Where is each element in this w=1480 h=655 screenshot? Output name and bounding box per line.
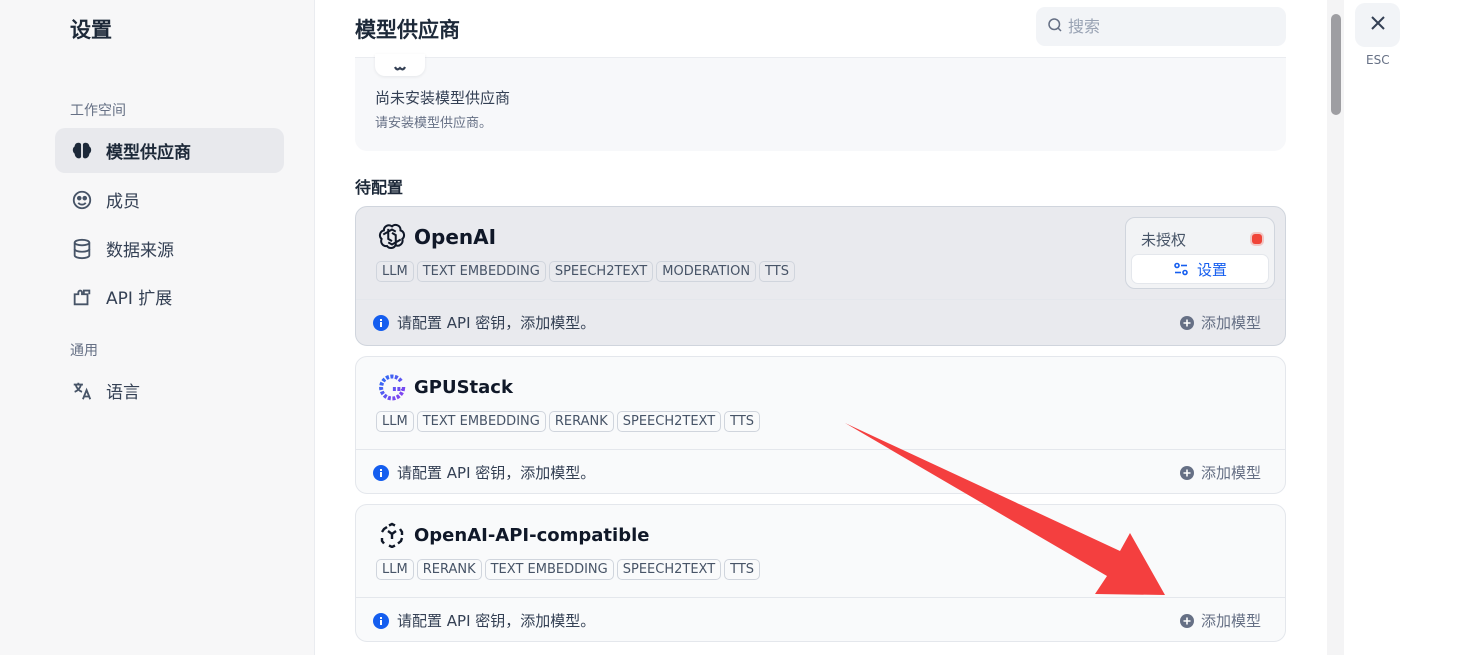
empty-state-subtitle: 请安装模型供应商。 xyxy=(375,116,493,131)
compatible-logo-icon xyxy=(376,519,408,551)
search-input[interactable] xyxy=(1068,17,1268,36)
members-icon xyxy=(70,188,94,212)
workspace-group-label: 工作空间 xyxy=(70,103,126,119)
database-icon xyxy=(70,237,94,261)
config-hint-text: 请配置 API 密钥，添加模型。 xyxy=(397,612,596,630)
sidebar-item-label: 成员 xyxy=(106,192,140,212)
capability-tag: SPEECH2TEXT xyxy=(616,411,722,432)
add-model-button[interactable]: 添加模型 xyxy=(1179,610,1261,631)
puzzle-icon xyxy=(70,285,94,309)
capability-tag: TTS xyxy=(724,411,761,432)
capability-tags: LLM RERANK TEXT EMBEDDING SPEECH2TEXT TT… xyxy=(376,559,761,580)
capability-tag: MODERATION xyxy=(656,261,757,282)
provider-name: OpenAI xyxy=(414,225,497,249)
sidebar-item-label: 语言 xyxy=(106,383,140,403)
capability-tag: RERANK xyxy=(548,411,614,432)
setup-button[interactable]: 设置 xyxy=(1131,254,1269,284)
brain-icon xyxy=(70,139,94,163)
page-title: 模型供应商 xyxy=(355,18,460,42)
settings-title: 设置 xyxy=(70,18,112,42)
sidebar-item-members[interactable]: 成员 xyxy=(55,177,284,222)
add-model-label: 添加模型 xyxy=(1200,612,1261,630)
empty-state-title: 尚未安装模型供应商 xyxy=(375,89,511,107)
plus-circle-icon xyxy=(1179,465,1194,480)
add-model-label: 添加模型 xyxy=(1200,314,1261,332)
capability-tags: LLM TEXT EMBEDDING SPEECH2TEXT MODERATIO… xyxy=(376,261,795,282)
info-icon xyxy=(373,612,389,629)
main-panel: 模型供应商 尚未安装模型供应商 请安装模型供应商。 待配置 OpenAI xyxy=(315,0,1327,655)
info-icon xyxy=(373,314,389,331)
capability-tag: LLM xyxy=(376,411,414,432)
openai-logo-icon xyxy=(376,221,408,253)
capability-tag: TEXT EMBEDDING xyxy=(484,559,614,580)
add-model-button[interactable]: 添加模型 xyxy=(1179,312,1261,333)
search-box[interactable] xyxy=(1036,7,1286,46)
plus-circle-icon xyxy=(1179,315,1194,330)
capability-tag: TEXT EMBEDDING xyxy=(416,411,546,432)
section-title-to-configure: 待配置 xyxy=(355,178,404,197)
plus-circle-icon xyxy=(1179,613,1194,628)
sidebar-item-data-source[interactable]: 数据来源 xyxy=(55,226,284,271)
scrollbar-thumb[interactable] xyxy=(1331,14,1341,115)
cube-icon xyxy=(375,54,425,76)
auth-status-text: 未授权 xyxy=(1141,231,1187,249)
settings-sliders-icon xyxy=(1173,261,1189,277)
close-icon xyxy=(1370,15,1386,35)
sidebar-item-model-provider[interactable]: 模型供应商 xyxy=(55,128,284,173)
provider-name: OpenAI-API-compatible xyxy=(414,524,650,546)
provider-card-openai-api-compatible[interactable]: OpenAI-API-compatible LLM RERANK TEXT EM… xyxy=(355,504,1286,642)
sidebar-item-api-extension[interactable]: API 扩展 xyxy=(55,274,284,319)
close-button[interactable] xyxy=(1355,3,1400,47)
status-indicator-dot xyxy=(1252,234,1262,244)
capability-tags: LLM TEXT EMBEDDING RERANK SPEECH2TEXT TT… xyxy=(376,411,761,432)
capability-tag: SPEECH2TEXT xyxy=(548,261,654,282)
sidebar-item-label: 模型供应商 xyxy=(106,143,191,163)
search-icon xyxy=(1046,16,1064,38)
config-hint: 请配置 API 密钥，添加模型。 xyxy=(373,610,595,631)
translate-icon xyxy=(70,379,94,403)
provider-card-gpustack[interactable]: GPUStack LLM TEXT EMBEDDING RERANK SPEEC… xyxy=(355,356,1286,494)
capability-tag: LLM xyxy=(376,559,414,580)
capability-tag: LLM xyxy=(376,261,414,282)
capability-tag: TTS xyxy=(759,261,795,282)
provider-name: GPUStack xyxy=(414,376,513,398)
provider-card-openai[interactable]: OpenAI LLM TEXT EMBEDDING SPEECH2TEXT MO… xyxy=(355,206,1286,346)
capability-tag: TTS xyxy=(724,559,761,580)
capability-tag: SPEECH2TEXT xyxy=(616,559,722,580)
config-hint-text: 请配置 API 密钥，添加模型。 xyxy=(397,464,596,482)
add-model-label: 添加模型 xyxy=(1200,464,1261,482)
add-model-button[interactable]: 添加模型 xyxy=(1179,462,1261,483)
capability-tag: TEXT EMBEDDING xyxy=(416,261,546,282)
info-icon xyxy=(373,464,389,481)
settings-sidebar: 设置 工作空间 模型供应商 成员 数据来源 API 扩展 通用 语言 xyxy=(0,0,315,655)
capability-tag: RERANK xyxy=(416,559,482,580)
esc-hint-label: ESC xyxy=(1366,53,1390,67)
general-group-label: 通用 xyxy=(70,343,98,359)
config-hint: 请配置 API 密钥，添加模型。 xyxy=(373,462,595,483)
sidebar-item-label: API 扩展 xyxy=(106,289,173,309)
config-hint: 请配置 API 密钥，添加模型。 xyxy=(373,312,595,333)
setup-button-label: 设置 xyxy=(1196,260,1227,279)
config-hint-text: 请配置 API 密钥，添加模型。 xyxy=(397,314,596,332)
empty-state-card: 尚未安装模型供应商 请安装模型供应商。 xyxy=(355,54,1286,151)
sidebar-item-language[interactable]: 语言 xyxy=(55,368,284,413)
gpustack-logo-icon xyxy=(376,371,408,403)
sidebar-item-label: 数据来源 xyxy=(106,241,174,261)
auth-status-box: 未授权 设置 xyxy=(1125,217,1275,289)
